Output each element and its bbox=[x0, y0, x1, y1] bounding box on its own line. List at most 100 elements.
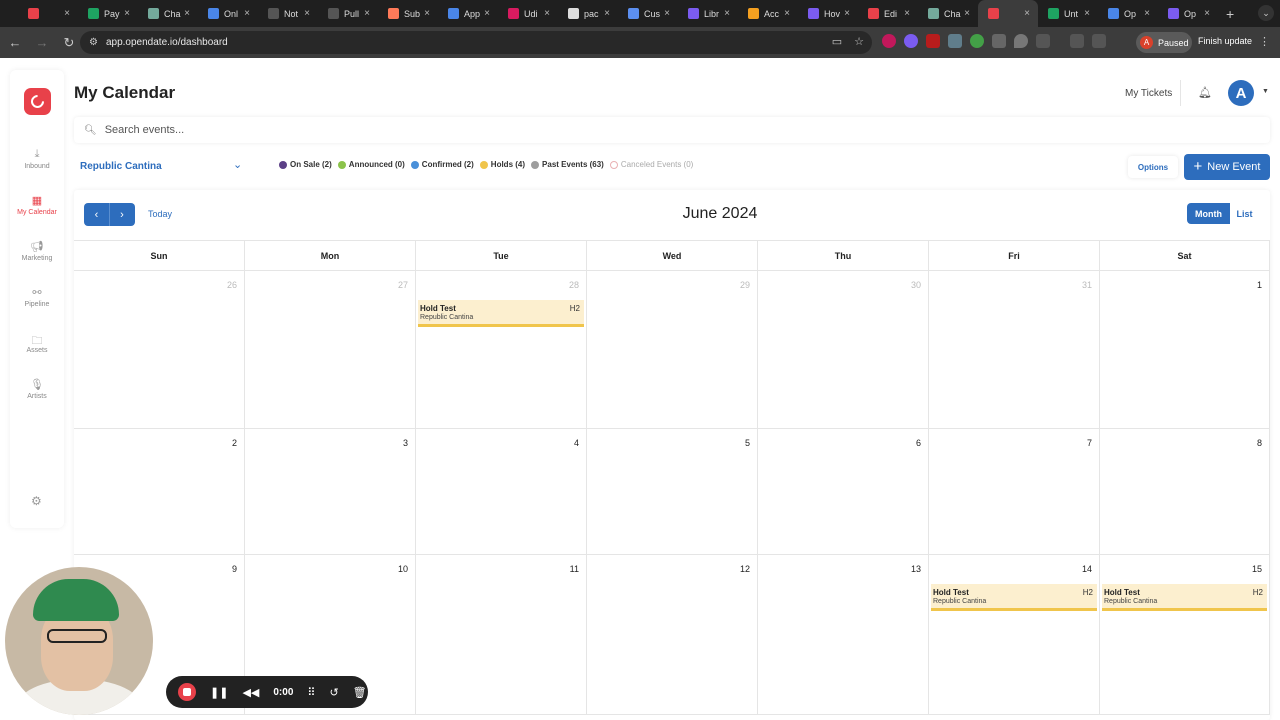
settings-gear-icon[interactable]: ⚙ bbox=[31, 494, 42, 508]
restart-icon[interactable]: ↺ bbox=[329, 686, 338, 699]
notification-bell-icon[interactable]: 🔔︎ bbox=[1198, 86, 1212, 99]
forward-icon[interactable]: → bbox=[30, 35, 54, 50]
browser-tab[interactable]: Cha × bbox=[138, 0, 198, 27]
browser-tab[interactable]: Op × bbox=[1098, 0, 1158, 27]
close-tab-icon[interactable]: × bbox=[664, 8, 670, 19]
browser-tab[interactable]: Udi × bbox=[498, 0, 558, 27]
calendar-day-cell[interactable]: 13 bbox=[758, 555, 929, 715]
chevron-down-icon[interactable]: ⌄ bbox=[233, 158, 242, 171]
opendate-logo[interactable] bbox=[24, 88, 51, 115]
sidebar-item-artists[interactable]: 🎙︎ Artists bbox=[10, 378, 64, 400]
new-event-button[interactable]: + New Event bbox=[1184, 154, 1270, 180]
close-tab-icon[interactable]: × bbox=[1024, 8, 1030, 19]
prev-month-button[interactable]: ‹ bbox=[84, 203, 109, 226]
chevron-down-icon[interactable]: ▼ bbox=[1262, 88, 1269, 95]
calendar-day-cell[interactable]: 7 bbox=[929, 429, 1100, 555]
finish-update-button[interactable]: Finish update bbox=[1198, 36, 1252, 46]
legend-item[interactable]: Confirmed (2) bbox=[410, 160, 474, 169]
today-button[interactable]: Today bbox=[148, 209, 172, 219]
tab-search-icon[interactable]: ⌄ bbox=[1258, 5, 1274, 21]
calendar-day-cell[interactable]: 15 Hold Test Republic Cantina H2 bbox=[1100, 555, 1270, 715]
grid-dots-icon[interactable]: ⠿ bbox=[307, 686, 315, 699]
browser-tab[interactable]: Op × bbox=[1158, 0, 1218, 27]
browser-tab[interactable]: Cha × bbox=[918, 0, 978, 27]
browser-tab[interactable]: Sub × bbox=[378, 0, 438, 27]
calendar-day-cell[interactable]: 29 bbox=[587, 271, 758, 429]
venue-selector[interactable]: Republic Cantina bbox=[80, 161, 162, 172]
browser-tab[interactable]: pac × bbox=[558, 0, 618, 27]
reading-list-icon[interactable] bbox=[1070, 34, 1084, 48]
close-tab-icon[interactable]: × bbox=[244, 8, 250, 19]
browser-tab[interactable]: × bbox=[978, 0, 1038, 27]
user-avatar[interactable]: A bbox=[1228, 80, 1254, 106]
reload-icon[interactable]: ↻ bbox=[57, 35, 81, 51]
close-tab-icon[interactable]: × bbox=[604, 8, 610, 19]
extension-icon[interactable] bbox=[904, 34, 918, 48]
calendar-day-cell[interactable]: 26 bbox=[74, 271, 245, 429]
browser-tab[interactable]: Pay × bbox=[78, 0, 138, 27]
extension-icon[interactable] bbox=[926, 34, 940, 48]
calendar-event-hold[interactable]: Hold Test Republic Cantina H2 bbox=[931, 584, 1097, 611]
list-view-button[interactable]: List bbox=[1230, 203, 1259, 224]
browser-tab[interactable]: Acc × bbox=[738, 0, 798, 27]
browser-tab[interactable]: Hov × bbox=[798, 0, 858, 27]
search-input[interactable] bbox=[104, 124, 505, 136]
address-bar[interactable]: ⚙ app.opendate.io/dashboard ▭ ☆ bbox=[80, 31, 872, 54]
download-icon[interactable] bbox=[1092, 34, 1106, 48]
legend-item[interactable]: On Sale (2) bbox=[279, 160, 332, 169]
close-tab-icon[interactable]: × bbox=[484, 8, 490, 19]
browser-tab[interactable]: Edi × bbox=[858, 0, 918, 27]
stop-recording-button[interactable] bbox=[178, 683, 196, 701]
trash-icon[interactable]: 🗑︎ bbox=[353, 686, 367, 699]
bookmark-star-icon[interactable]: ☆ bbox=[854, 35, 864, 48]
extension-icon[interactable] bbox=[970, 34, 984, 48]
calendar-day-cell[interactable]: 12 bbox=[587, 555, 758, 715]
extension-icon[interactable] bbox=[992, 34, 1006, 48]
close-tab-icon[interactable]: × bbox=[724, 8, 730, 19]
next-month-button[interactable]: › bbox=[109, 203, 134, 226]
profile-paused-button[interactable]: A Paused bbox=[1136, 32, 1192, 53]
calendar-day-cell[interactable]: 3 bbox=[245, 429, 416, 555]
browser-tab[interactable]: Not × bbox=[258, 0, 318, 27]
sidebar-item-pipeline[interactable]: ⚯ Pipeline bbox=[10, 286, 64, 308]
my-tickets-link[interactable]: My Tickets bbox=[1125, 88, 1172, 99]
close-tab-icon[interactable]: × bbox=[64, 8, 70, 19]
close-tab-icon[interactable]: × bbox=[1144, 8, 1150, 19]
calendar-event-hold[interactable]: Hold Test Republic Cantina H2 bbox=[1102, 584, 1267, 611]
calendar-day-cell[interactable]: 11 bbox=[416, 555, 587, 715]
close-tab-icon[interactable]: × bbox=[184, 8, 190, 19]
close-tab-icon[interactable]: × bbox=[784, 8, 790, 19]
legend-item[interactable]: Canceled Events (0) bbox=[609, 160, 693, 169]
calendar-day-cell[interactable]: 14 Hold Test Republic Cantina H2 bbox=[929, 555, 1100, 715]
rewind-icon[interactable]: ◀◀ bbox=[242, 686, 259, 699]
sidebar-item-inbound[interactable]: ⤓ Inbound bbox=[10, 148, 64, 170]
close-tab-icon[interactable]: × bbox=[364, 8, 370, 19]
options-button[interactable]: Options bbox=[1128, 156, 1178, 178]
calendar-day-cell[interactable]: 31 bbox=[929, 271, 1100, 429]
close-tab-icon[interactable]: × bbox=[544, 8, 550, 19]
back-icon[interactable]: ← bbox=[3, 35, 27, 50]
close-tab-icon[interactable]: × bbox=[964, 8, 970, 19]
location-icon[interactable] bbox=[1014, 34, 1028, 48]
browser-tab[interactable]: × bbox=[18, 0, 78, 27]
close-tab-icon[interactable]: × bbox=[304, 8, 310, 19]
calendar-event-hold[interactable]: Hold Test Republic Cantina H2 bbox=[418, 300, 584, 327]
calendar-day-cell[interactable]: 1 bbox=[1100, 271, 1270, 429]
camera-icon[interactable]: ▭ bbox=[832, 35, 842, 48]
browser-menu-icon[interactable]: ⋮ bbox=[1259, 35, 1270, 48]
site-info-icon[interactable]: ⚙ bbox=[89, 37, 98, 48]
close-tab-icon[interactable]: × bbox=[424, 8, 430, 19]
calendar-day-cell[interactable]: 2 bbox=[74, 429, 245, 555]
extension-icon[interactable] bbox=[948, 34, 962, 48]
close-tab-icon[interactable]: × bbox=[1204, 8, 1210, 19]
browser-tab[interactable]: Cus × bbox=[618, 0, 678, 27]
legend-item[interactable]: Holds (4) bbox=[479, 160, 525, 169]
sidebar-item-marketing[interactable]: 📢︎ Marketing bbox=[10, 240, 64, 262]
legend-item[interactable]: Announced (0) bbox=[337, 160, 405, 169]
calendar-day-cell[interactable]: 4 bbox=[416, 429, 587, 555]
extension-icon[interactable] bbox=[882, 34, 896, 48]
close-tab-icon[interactable]: × bbox=[1084, 8, 1090, 19]
calendar-day-cell[interactable]: 5 bbox=[587, 429, 758, 555]
month-view-button[interactable]: Month bbox=[1187, 203, 1230, 224]
new-tab-icon[interactable]: + bbox=[1226, 6, 1234, 22]
